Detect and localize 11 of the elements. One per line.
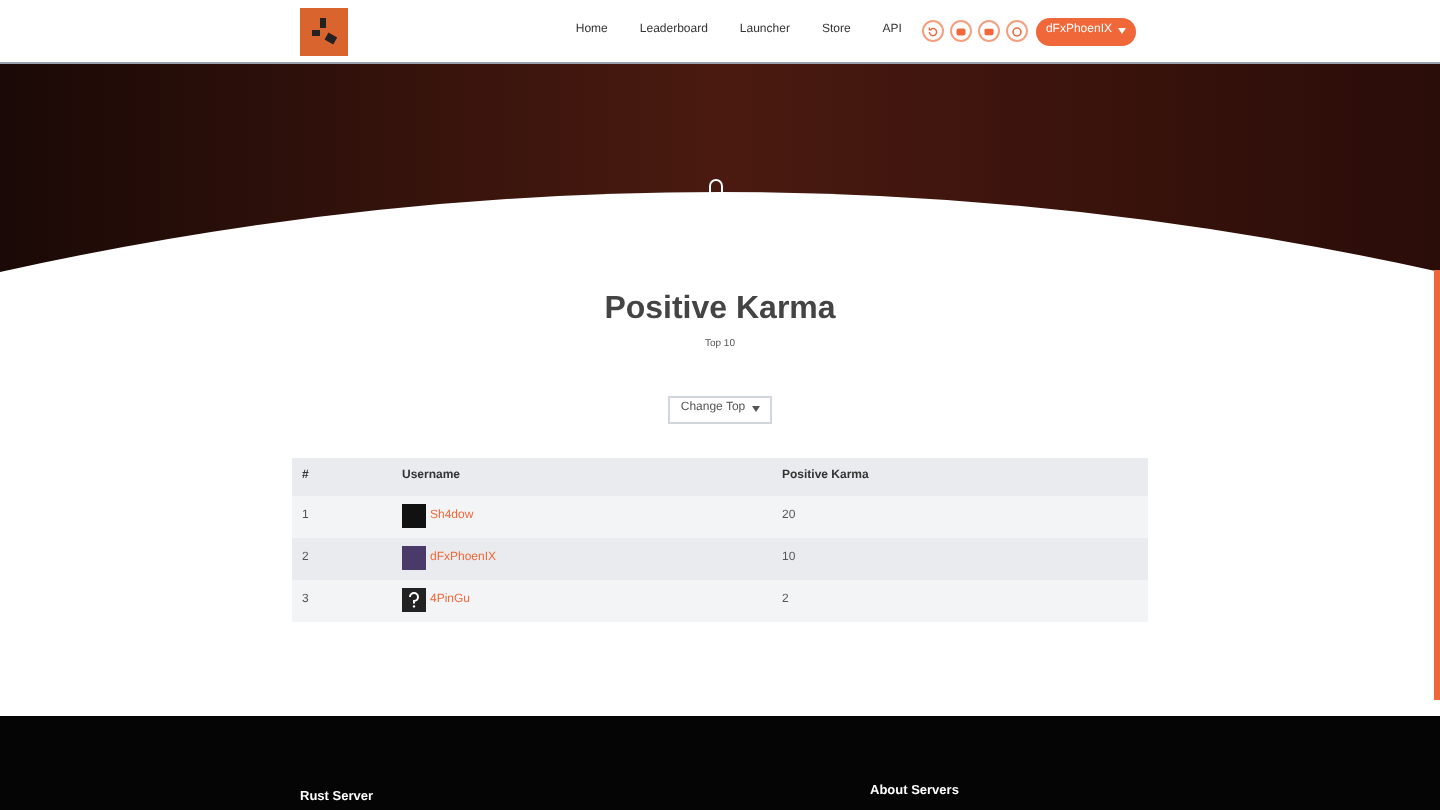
avatar-picture [402,504,426,528]
avatar-picture [402,546,426,570]
caret-icon [751,406,760,412]
question-mark-icon [402,588,426,612]
page-title: Positive Karma [604,290,836,330]
chat-icon[interactable] [949,20,972,42]
video-icon[interactable] [977,20,1000,42]
logo-icon[interactable] [300,7,348,55]
refresh-icon[interactable] [921,20,944,42]
caret-icon [1118,28,1126,34]
mouse-icon [708,178,724,196]
